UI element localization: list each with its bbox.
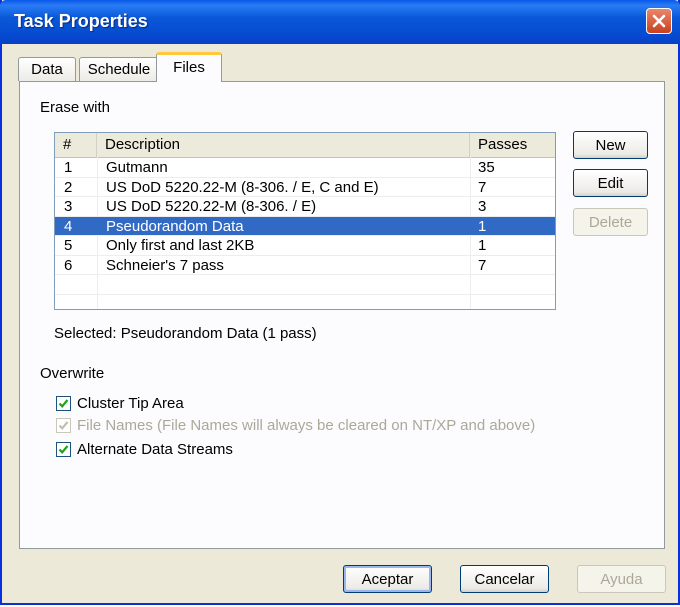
table-row[interactable]: 5 Only first and last 2KB 1 [55,236,555,256]
edit-button[interactable]: Edit [573,169,648,197]
row-passes: 7 [478,256,487,274]
row-number: 2 [64,178,73,196]
title-bar[interactable]: Task Properties [0,0,680,44]
table-row[interactable]: 3 US DoD 5220.22-M (8-306. / E) 3 [55,197,555,217]
erasure-method-list[interactable]: # Description Passes 1 Gutmann 35 2 US D… [54,132,556,310]
row-passes: 7 [478,178,487,196]
delete-button[interactable]: Delete [573,208,648,236]
task-properties-dialog: Task Properties Data Schedule Files Eras… [0,0,680,605]
row-description: Only first and last 2KB [106,237,255,254]
empty-row [55,275,555,295]
table-row[interactable]: 2 US DoD 5220.22-M (8-306. / E, C and E)… [55,178,555,197]
table-row[interactable]: 6 Schneier's 7 pass 7 [55,256,555,275]
alternate-data-streams-checkbox[interactable] [56,442,71,457]
table-row[interactable]: 1 Gutmann 35 [55,158,555,178]
tab-data[interactable]: Data [18,57,76,81]
row-number: 6 [64,256,73,274]
row-number: 4 [64,217,73,235]
row-description: Schneier's 7 pass [106,256,224,274]
cluster-tip-area-checkbox[interactable] [56,396,71,411]
row-description: US DoD 5220.22-M (8-306. / E, C and E) [106,178,379,196]
row-passes: 1 [478,237,487,254]
new-button[interactable]: New [573,131,648,159]
checkmark-icon [58,421,69,430]
checkmark-icon [58,399,69,408]
row-description: Gutmann [106,159,168,176]
file-names-label[interactable]: File Names (File Names will always be cl… [77,417,535,434]
row-passes: 1 [478,217,487,235]
column-header-description[interactable]: Description [97,133,470,157]
cluster-tip-area-label[interactable]: Cluster Tip Area [77,395,184,412]
help-button[interactable]: Ayuda [577,565,666,593]
cancel-button[interactable]: Cancelar [460,565,549,593]
column-header-passes[interactable]: Passes [470,133,555,157]
erase-with-label: Erase with [40,99,111,116]
row-description: US DoD 5220.22-M (8-306. / E) [106,198,317,215]
overwrite-label: Overwrite [40,365,105,382]
file-names-checkbox[interactable] [56,418,71,433]
row-number: 5 [64,237,73,254]
checkmark-icon [58,445,69,454]
alternate-data-streams-label[interactable]: Alternate Data Streams [77,441,233,458]
close-button[interactable] [646,8,672,34]
tab-schedule[interactable]: Schedule [79,57,159,81]
accept-button[interactable]: Aceptar [343,565,432,593]
row-passes: 35 [478,159,495,176]
window-title: Task Properties [14,11,148,31]
tab-files[interactable]: Files [156,52,222,82]
row-passes: 3 [478,198,487,215]
row-description: Pseudorandom Data [106,217,244,235]
close-icon [652,14,666,28]
empty-row [55,295,555,310]
column-header-number[interactable]: # [55,133,97,157]
row-number: 1 [64,159,73,176]
selected-method-text: Selected: Pseudorandom Data (1 pass) [54,325,317,342]
row-number: 3 [64,198,73,215]
table-row-selected[interactable]: 4 Pseudorandom Data 1 [55,216,555,236]
list-header: # Description Passes [55,133,555,158]
